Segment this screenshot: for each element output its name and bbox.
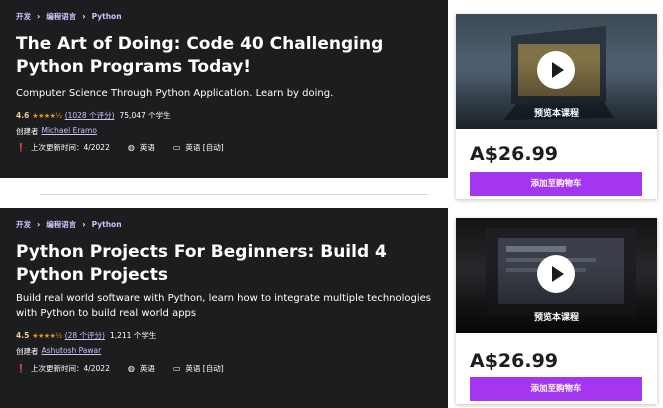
- course-captions: 英语 [自动]: [185, 143, 224, 152]
- globe-icon: ◍: [127, 143, 135, 152]
- course-preview[interactable]: 预览本课程: [456, 14, 657, 129]
- add-to-cart-button[interactable]: 添加至购物车: [470, 377, 642, 401]
- course-hero: 开发 › 编程语言 › Python Python Projects For B…: [0, 208, 448, 408]
- rating-row: 4.5 ★★★★½ (28 个评分) 1,211 个学生: [16, 330, 156, 341]
- breadcrumb-link[interactable]: 编程语言: [46, 219, 76, 230]
- last-updated: 上次更新时间：4/2022: [30, 143, 110, 152]
- course-card: 开发 › 编程语言 › Python Python Projects For B…: [0, 208, 663, 408]
- chevron-right-icon: ›: [82, 12, 86, 21]
- breadcrumb: 开发 › 编程语言 › Python: [16, 11, 122, 22]
- breadcrumb-link[interactable]: Python: [92, 220, 122, 229]
- rating-row: 4.6 ★★★★½ (1028 个评分) 75,047 个学生: [16, 110, 171, 121]
- course-card: 开发 › 编程语言 › Python The Art of Doing: Cod…: [0, 0, 663, 199]
- course-captions: 英语 [自动]: [185, 364, 224, 373]
- student-count: 1,211 个学生: [109, 331, 157, 340]
- preview-label[interactable]: 预览本课程: [456, 106, 657, 119]
- star-rating-icon: ★★★★½: [32, 331, 62, 340]
- creator-link[interactable]: Michael Eramo: [42, 126, 97, 137]
- course-subtitle: Build real world software with Python, l…: [16, 293, 431, 319]
- rating-value: 4.5: [16, 331, 30, 340]
- rating-count-link[interactable]: (28 个评分): [65, 330, 105, 341]
- breadcrumb-link[interactable]: 开发: [16, 219, 31, 230]
- alert-icon: ❗: [16, 143, 26, 152]
- created-by-label: 创建者: [16, 127, 39, 136]
- closed-captions-icon: ▭: [172, 364, 181, 373]
- rating-value: 4.6: [16, 111, 30, 120]
- purchase-sidebar: 预览本课程 A$26.99 添加至购物车: [456, 218, 657, 404]
- star-rating-icon: ★★★★½: [32, 111, 62, 120]
- course-preview[interactable]: 预览本课程: [456, 218, 657, 333]
- chevron-right-icon: ›: [37, 220, 41, 229]
- meta-row: ❗ 上次更新时间：4/2022 ◍ 英语 ▭ 英语 [自动]: [16, 142, 224, 153]
- creator-row: 创建者 Michael Eramo: [16, 126, 97, 137]
- breadcrumb-link[interactable]: 开发: [16, 11, 31, 22]
- preview-label[interactable]: 预览本课程: [456, 310, 657, 323]
- play-icon[interactable]: [537, 255, 575, 293]
- course-language: 英语: [139, 364, 155, 373]
- chevron-right-icon: ›: [82, 220, 86, 229]
- course-price: A$26.99: [470, 350, 559, 372]
- creator-row: 创建者 Ashutosh Pawar: [16, 346, 101, 357]
- play-icon[interactable]: [537, 51, 575, 89]
- breadcrumb-link[interactable]: 编程语言: [46, 11, 76, 22]
- chevron-right-icon: ›: [37, 12, 41, 21]
- course-subtitle: Computer Science Through Python Applicat…: [16, 88, 334, 99]
- rating-count-link[interactable]: (1028 个评分): [65, 110, 115, 121]
- course-title: The Art of Doing: Code 40 Challenging Py…: [16, 34, 384, 77]
- meta-row: ❗ 上次更新时间：4/2022 ◍ 英语 ▭ 英语 [自动]: [16, 363, 224, 374]
- purchase-sidebar: 预览本课程 A$26.99 添加至购物车: [456, 14, 657, 199]
- divider: [40, 194, 428, 195]
- breadcrumb: 开发 › 编程语言 › Python: [16, 219, 122, 230]
- globe-icon: ◍: [127, 364, 135, 373]
- course-price: A$26.99: [470, 143, 559, 165]
- closed-captions-icon: ▭: [172, 143, 181, 152]
- course-title: Python Projects For Beginners: Build 4 P…: [16, 242, 387, 285]
- last-updated: 上次更新时间：4/2022: [30, 364, 110, 373]
- created-by-label: 创建者: [16, 347, 39, 356]
- alert-icon: ❗: [16, 364, 26, 373]
- course-hero: 开发 › 编程语言 › Python The Art of Doing: Cod…: [0, 0, 448, 178]
- creator-link[interactable]: Ashutosh Pawar: [42, 346, 102, 357]
- student-count: 75,047 个学生: [119, 111, 171, 120]
- add-to-cart-button[interactable]: 添加至购物车: [470, 172, 642, 196]
- course-language: 英语: [139, 143, 155, 152]
- breadcrumb-link[interactable]: Python: [92, 12, 122, 21]
